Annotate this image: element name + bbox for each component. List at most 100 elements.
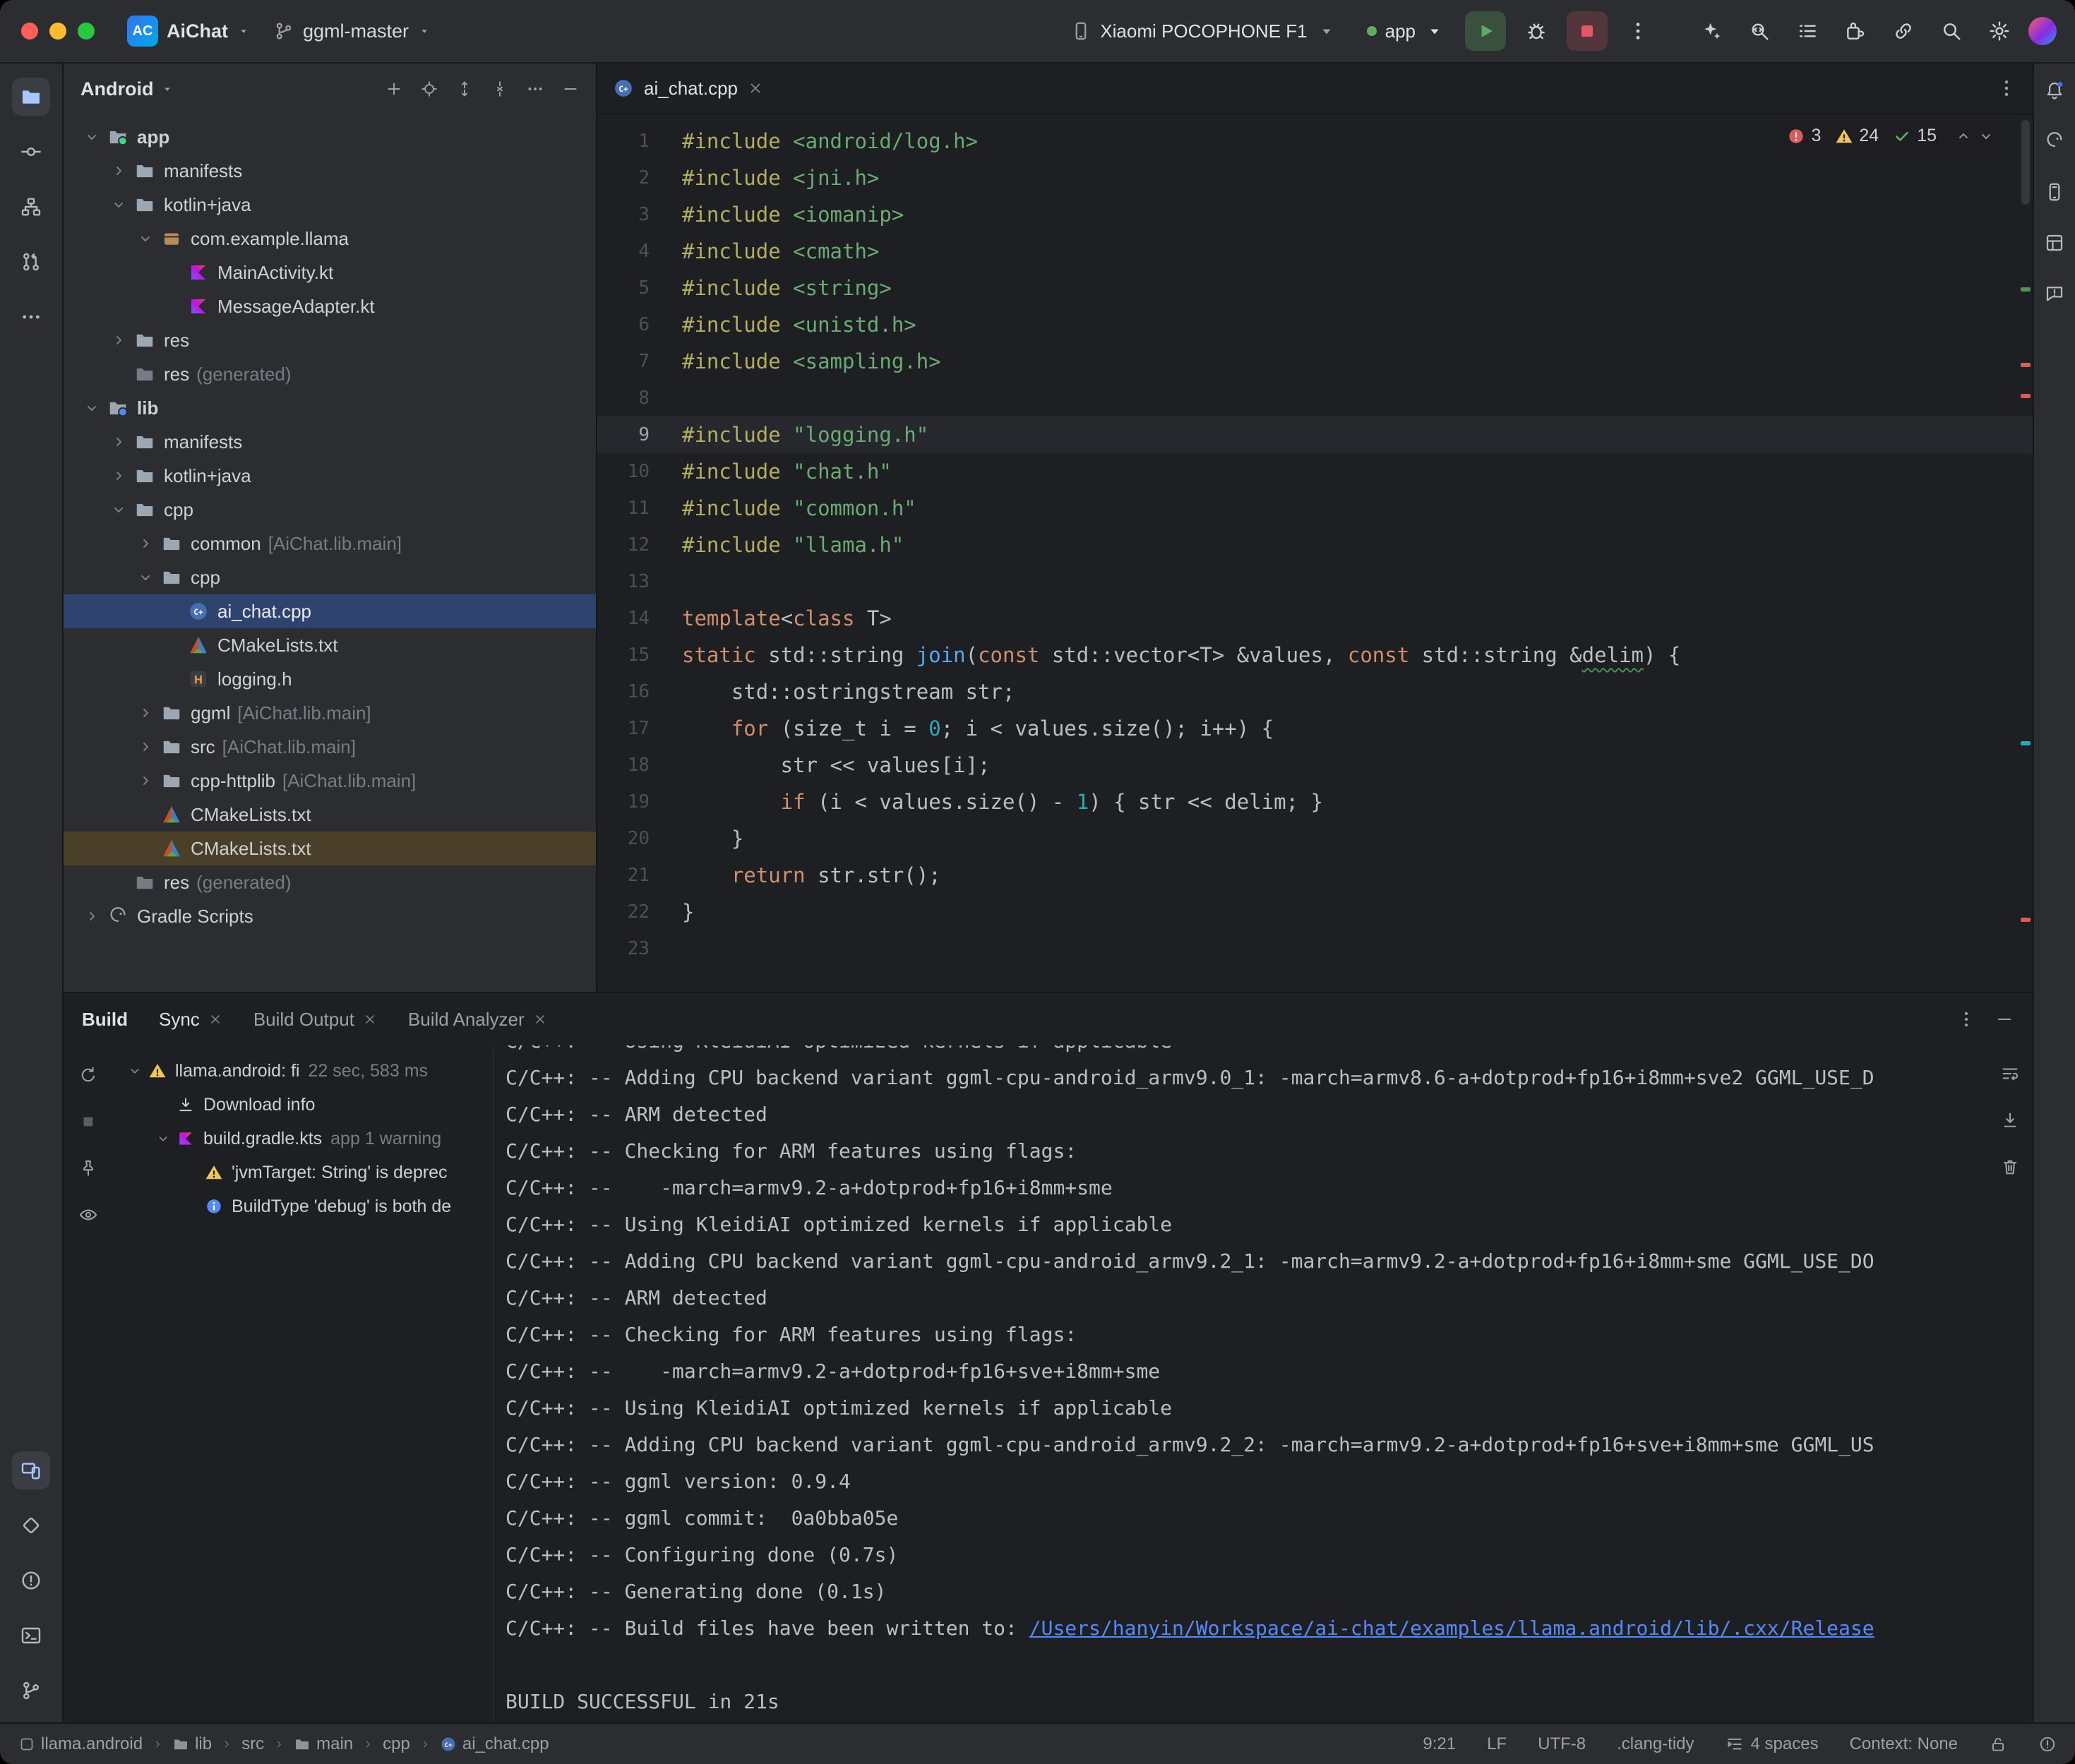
breadcrumb-ai-chat-cpp[interactable]: C+ai_chat.cpp [440, 1734, 549, 1754]
problems-button[interactable] [12, 1561, 50, 1600]
caret-position[interactable]: 9:21 [1423, 1734, 1456, 1754]
line-number[interactable]: 2 [597, 160, 682, 196]
device-manager-button[interactable] [2039, 176, 2070, 208]
line-number[interactable]: 10 [597, 453, 682, 490]
project-tree-item-mainactivity-kt[interactable]: MainActivity.kt [64, 256, 596, 289]
line-number[interactable]: 12 [597, 527, 682, 563]
stop-square-button[interactable] [73, 1106, 104, 1137]
close-tab-icon[interactable] [748, 80, 763, 96]
project-tree-item-cmakelists-txt[interactable]: CMakeLists.txt [64, 832, 596, 865]
hide-build-window-button[interactable] [1995, 1009, 2014, 1029]
build-tab-build-output[interactable]: Build Output [253, 1009, 377, 1031]
project-tree-item-messageadapter-kt[interactable]: MessageAdapter.kt [64, 289, 596, 323]
file-encoding[interactable]: UTF-8 [1538, 1734, 1586, 1754]
editor-tab-options-button[interactable] [1990, 72, 2023, 104]
build-tab-build-analyzer[interactable]: Build Analyzer [408, 1009, 547, 1031]
project-tree-item-cpp[interactable]: cpp [64, 493, 596, 527]
resource-manager-button[interactable] [12, 1506, 50, 1544]
code-line-11[interactable]: 11#include "common.h" [597, 490, 2033, 527]
run-configuration-selector[interactable]: app [1357, 10, 1455, 52]
line-number[interactable]: 8 [597, 380, 682, 416]
line-number[interactable]: 14 [597, 600, 682, 637]
line-number[interactable]: 4 [597, 233, 682, 270]
running-devices-button[interactable] [12, 1451, 50, 1489]
chevron-down-icon[interactable] [123, 1059, 147, 1083]
chevron-right-icon[interactable] [106, 158, 131, 184]
project-tree-item-logging-h[interactable]: Hlogging.h [64, 662, 596, 696]
run-button[interactable] [1465, 11, 1506, 51]
scrollbar-thumb[interactable] [2021, 120, 2030, 205]
breadcrumb-lib[interactable]: lib [172, 1734, 212, 1754]
line-number[interactable]: 18 [597, 747, 682, 784]
code-line-4[interactable]: 4#include <cmath> [597, 233, 2033, 270]
vcs-branch-selector[interactable]: ggml-master [262, 9, 443, 53]
code-line-22[interactable]: 22} [597, 894, 2033, 930]
code-line-10[interactable]: 10#include "chat.h" [597, 453, 2033, 490]
run-more-button[interactable] [1617, 11, 1658, 51]
project-selector[interactable]: AC AiChat [116, 9, 262, 53]
structure-button[interactable] [12, 188, 50, 226]
line-number[interactable]: 16 [597, 673, 682, 710]
build-options-button[interactable] [1956, 1009, 1976, 1029]
ide-status[interactable] [2038, 1735, 2057, 1753]
build-tree-item[interactable]: build.gradle.ktsapp 1 warning [113, 1122, 493, 1156]
version-control-button[interactable] [12, 1672, 50, 1710]
line-number[interactable]: 1 [597, 123, 682, 160]
chevron-down-icon[interactable] [106, 497, 131, 522]
code-line-5[interactable]: 5#include <string> [597, 270, 2033, 306]
line-number[interactable]: 7 [597, 343, 682, 380]
breadcrumb-cpp[interactable]: cpp [383, 1734, 410, 1754]
project-tree-item-common[interactable]: common[AiChat.lib.main] [64, 527, 596, 560]
search-everywhere-button[interactable] [1931, 11, 1972, 51]
line-number[interactable]: 22 [597, 894, 682, 930]
line-number[interactable]: 15 [597, 637, 682, 673]
commit-button[interactable] [12, 133, 50, 171]
project-tree-item-ggml[interactable]: ggml[AiChat.lib.main] [64, 696, 596, 730]
build-tree-item[interactable]: 'jvmTarget: String' is deprec [113, 1156, 493, 1189]
chevron-down-icon[interactable] [133, 226, 158, 251]
zoom-window-button[interactable] [78, 23, 95, 40]
code-line-17[interactable]: 17 for (size_t i = 0; i < values.size();… [597, 710, 2033, 747]
stripe-mark[interactable] [2021, 363, 2031, 367]
chevron-right-icon[interactable] [133, 734, 158, 760]
code-line-18[interactable]: 18 str << values[i]; [597, 747, 2033, 784]
line-number[interactable]: 9 [597, 416, 682, 453]
code-area[interactable]: 1#include <android/log.h>2#include <jni.… [597, 114, 2033, 992]
close-tab-icon[interactable] [208, 1012, 222, 1026]
chevron-down-icon[interactable] [79, 124, 104, 150]
code-line-9[interactable]: 9#include "logging.h" [597, 416, 2033, 453]
code-line-16[interactable]: 16 std::ostringstream str; [597, 673, 2033, 710]
more-button[interactable] [520, 73, 551, 104]
hide-button[interactable] [555, 73, 586, 104]
layout-inspector-button[interactable] [2039, 227, 2070, 258]
line-number[interactable]: 5 [597, 270, 682, 306]
stripe-mark[interactable] [2021, 741, 2031, 745]
build-title[interactable]: Build [82, 1009, 128, 1031]
project-view-selector[interactable]: Android [80, 78, 174, 100]
close-tab-icon[interactable] [533, 1012, 547, 1026]
line-number[interactable]: 13 [597, 563, 682, 600]
project-tree-item-gradle-scripts[interactable]: Gradle Scripts [64, 899, 596, 933]
line-number[interactable]: 20 [597, 820, 682, 857]
code-line-23[interactable]: 23 [597, 930, 2033, 967]
chevron-right-icon[interactable] [106, 463, 131, 488]
pull-requests-button[interactable] [12, 243, 50, 281]
build-tree-item[interactable]: llama.android: fi22 sec, 583 ms [113, 1054, 493, 1088]
chevron-right-icon[interactable] [133, 531, 158, 556]
project-tree-item-manifests[interactable]: manifests [64, 425, 596, 459]
extensions-button[interactable] [1835, 11, 1876, 51]
device-selector[interactable]: Xiaomi POCOPHONE F1 [1060, 10, 1346, 52]
more-button[interactable] [12, 298, 50, 336]
ai-assistant-button[interactable] [1691, 11, 1732, 51]
chevron-down-icon[interactable] [151, 1127, 175, 1151]
project-tree-item-src[interactable]: src[AiChat.lib.main] [64, 730, 596, 764]
close-window-button[interactable] [21, 23, 38, 40]
project-tree-item-res[interactable]: res(generated) [64, 865, 596, 899]
chevron-right-icon[interactable] [79, 904, 104, 929]
chevron-right-icon[interactable] [133, 768, 158, 793]
chevron-down-icon[interactable] [106, 192, 131, 217]
settings-button[interactable] [1979, 11, 2020, 51]
rerun-button[interactable] [73, 1060, 104, 1091]
code-line-2[interactable]: 2#include <jni.h> [597, 160, 2033, 196]
code-line-6[interactable]: 6#include <unistd.h> [597, 306, 2033, 343]
